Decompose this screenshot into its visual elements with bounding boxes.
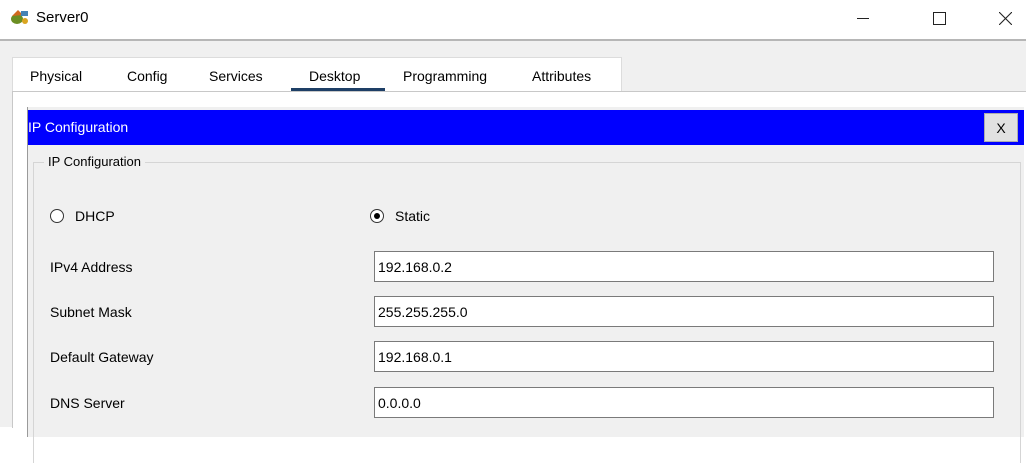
subnet-mask-input[interactable] xyxy=(374,296,994,327)
static-radio-circle[interactable] xyxy=(370,209,384,223)
panel-title: IP Configuration xyxy=(28,119,129,135)
close-icon[interactable] xyxy=(982,0,1026,36)
group-title: IP Configuration xyxy=(44,154,145,169)
ip-config-group: IP Configuration DHCP Static IPv4 Addres… xyxy=(33,154,1021,463)
dhcp-radio[interactable]: DHCP xyxy=(50,206,115,226)
minimize-icon[interactable] xyxy=(840,0,886,36)
dns-server-input[interactable] xyxy=(374,387,994,418)
maximize-icon[interactable] xyxy=(916,0,962,36)
tab-strip: Physical Config Services Desktop Program… xyxy=(12,57,622,92)
default-gateway-label: Default Gateway xyxy=(50,349,154,365)
ipv4-address-input[interactable] xyxy=(374,251,994,282)
tab-services[interactable]: Services xyxy=(209,58,263,92)
subnet-mask-label: Subnet Mask xyxy=(50,304,132,320)
server-app-icon xyxy=(9,7,31,27)
ipv4-address-label: IPv4 Address xyxy=(50,259,133,275)
dhcp-radio-circle[interactable] xyxy=(50,209,64,223)
tab-config[interactable]: Config xyxy=(127,58,167,92)
ip-config-panel: IP Configuration X IP Configuration DHCP… xyxy=(27,107,1024,463)
panel-header: IP Configuration X xyxy=(28,110,1024,145)
title-bar: Server0 xyxy=(0,0,1026,40)
window-title: Server0 xyxy=(36,9,89,26)
tab-programming[interactable]: Programming xyxy=(403,58,487,92)
dhcp-radio-label: DHCP xyxy=(75,208,115,224)
default-gateway-input[interactable] xyxy=(374,341,994,372)
static-radio[interactable]: Static xyxy=(370,206,430,226)
panel-close-button[interactable]: X xyxy=(984,113,1018,142)
static-radio-label: Static xyxy=(395,208,431,224)
dns-server-label: DNS Server xyxy=(50,395,125,411)
tabs-area: Physical Config Services Desktop Program… xyxy=(0,41,1026,463)
tab-attributes[interactable]: Attributes xyxy=(532,58,591,92)
tab-physical[interactable]: Physical xyxy=(30,58,82,92)
tab-desktop[interactable]: Desktop xyxy=(309,58,360,92)
tab-content: IP Configuration X IP Configuration DHCP… xyxy=(12,91,1026,463)
